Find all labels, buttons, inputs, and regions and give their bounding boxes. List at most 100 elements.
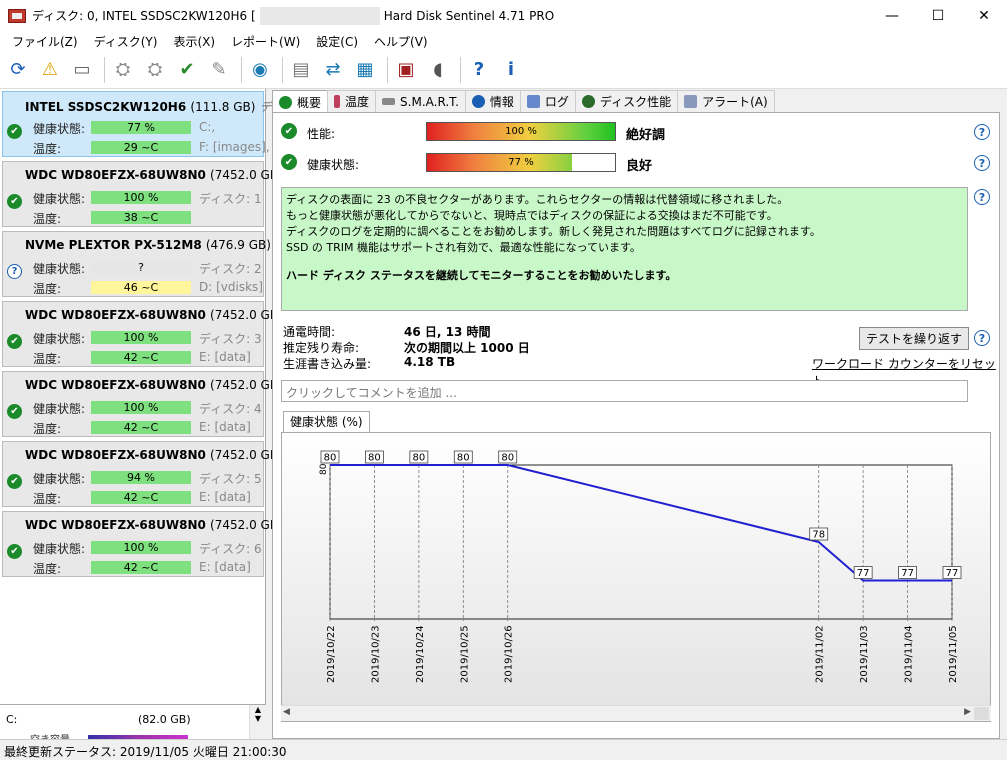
data-label: 77: [946, 568, 959, 579]
alert-doc-icon: [684, 95, 698, 108]
comment-input[interactable]: クリックしてコメントを追加 ...: [281, 380, 968, 402]
disk-check-icon[interactable]: ✔: [173, 56, 201, 84]
report-icon[interactable]: ▤: [287, 56, 315, 84]
backup-icon[interactable]: ⇄: [319, 56, 347, 84]
temp-value: 42 ~C: [123, 421, 159, 434]
disk-item[interactable]: NVMe PLEXTOR PX-512M8 (476.9 GB) ? 健康状態:?…: [2, 231, 271, 297]
tab-smart[interactable]: S.M.A.R.T.: [375, 90, 466, 112]
message-line: ディスクのログを定期的に調べることをお勧めします。新しく発見された問題はすべてロ…: [286, 225, 821, 238]
disk-tool-icon[interactable]: ✎: [205, 56, 233, 84]
disk-item[interactable]: WDC WD80EFZX-68UW8N0 (7452.0 GB) ✔ 健康状態: 9…: [2, 441, 283, 507]
disk-test-icon[interactable]: ⛭: [109, 56, 137, 84]
check-icon: ✔: [7, 544, 22, 559]
maximize-button[interactable]: ☐: [915, 0, 961, 31]
data-label: 80: [501, 453, 514, 464]
tab-performance[interactable]: ディスク性能: [574, 90, 679, 112]
x-tick-label: 2019/10/25: [459, 625, 470, 683]
check-icon: ✔: [281, 123, 297, 139]
temp-value: 42 ~C: [123, 561, 159, 574]
check-icon: ✔: [7, 334, 22, 349]
menu-disk[interactable]: ディスク(Y): [86, 33, 166, 50]
disk-item[interactable]: WDC WD80EFZX-68UW8N0 (7452.0 GB) ✔ 健康状態: 1…: [2, 301, 283, 367]
network-icon[interactable]: ▦: [351, 56, 379, 84]
help-icon[interactable]: ?: [974, 124, 990, 140]
chart-scrollbar[interactable]: ◀ ▶: [281, 705, 991, 721]
perf-bar-value: 100 %: [505, 126, 537, 137]
disk-info-icon[interactable]: ▭: [68, 56, 96, 84]
disk-aside-1: C:,: [199, 120, 216, 134]
disk-item[interactable]: WDC WD80EFZX-68UW8N0 (7452.0 GB) ✔ 健康状態: 1…: [2, 161, 283, 227]
health-label: 健康状態:: [33, 542, 86, 556]
health-label: 健康状態:: [33, 402, 86, 416]
health-bar: 77 %: [91, 121, 191, 134]
perf-row: ✔: [281, 123, 297, 139]
help-icon[interactable]: ?: [974, 155, 990, 171]
health-value: 100 %: [123, 191, 159, 204]
menu-help[interactable]: ヘルプ(V): [366, 33, 436, 50]
app-logo-icon: [8, 8, 26, 23]
menu-report[interactable]: レポート(W): [223, 33, 308, 50]
disk-surface-icon[interactable]: ⛭: [141, 56, 169, 84]
x-tick-label: 2019/10/22: [326, 625, 337, 683]
tab-overview-label: 概要: [297, 95, 322, 110]
health-value: 100 %: [123, 331, 159, 344]
menu-view[interactable]: 表示(X): [165, 33, 223, 50]
tab-log[interactable]: ログ: [519, 90, 576, 112]
tab-strip: 概要 温度 S.M.A.R.T. 情報 ログ ディスク性能 アラート(A): [272, 90, 775, 113]
tab-log-label: ログ: [544, 95, 569, 109]
refresh-icon[interactable]: ⟳: [4, 56, 32, 84]
tab-overview[interactable]: 概要: [272, 90, 329, 113]
tab-info[interactable]: 情報: [464, 90, 521, 112]
globe-icon[interactable]: ◉: [246, 56, 274, 84]
partition-size: (82.0 GB): [138, 713, 191, 726]
help-icon[interactable]: ?: [465, 56, 493, 84]
health-bar: 100 %: [91, 191, 191, 204]
tab-alerts[interactable]: アラート(A): [677, 90, 775, 112]
sound-icon[interactable]: ◖: [424, 56, 452, 84]
monitor-icon[interactable]: ▣: [392, 56, 420, 84]
disk-name: WDC WD80EFZX-68UW8N0 (7452.0 GB): [25, 378, 283, 392]
disk-model: INTEL SSDSC2KW120H6: [25, 100, 187, 114]
temp-label: 温度:: [33, 352, 62, 366]
health-bar: 100 %: [91, 401, 191, 414]
info-icon: [471, 95, 485, 108]
help-icon[interactable]: ?: [974, 189, 990, 205]
temp-label: 温度:: [33, 212, 62, 226]
scroll-right-icon[interactable]: ▶: [964, 707, 971, 717]
menu-file[interactable]: ファイル(Z): [4, 33, 86, 50]
help-icon[interactable]: ?: [974, 330, 990, 346]
menu-settings[interactable]: 設定(C): [308, 33, 366, 50]
health-value: 77 %: [127, 121, 155, 134]
overview-panel: ✔ 性能: 100 % 絶好調 ? ✔ 健康状態: 77 % 良好 ? ディスク…: [272, 112, 1000, 739]
temp-value: 42 ~C: [123, 351, 159, 364]
drive-icon: [382, 98, 396, 105]
about-icon[interactable]: i: [497, 56, 525, 84]
scroll-left-icon[interactable]: ◀: [283, 707, 290, 717]
toolbar-separator: [282, 56, 283, 83]
x-tick-label: 2019/11/04: [904, 625, 915, 683]
disk-item[interactable]: INTEL SSDSC2KW120H6 (111.8 GB) ディスク✔健康状態…: [2, 91, 307, 157]
x-tick-label: 2019/11/03: [859, 625, 870, 683]
message-line: SSD の TRIM 機能はサポートされ有効で、最適な性能になっています。: [286, 241, 641, 254]
disk-aside-2: D: [vdisks]: [199, 280, 263, 294]
minimize-button[interactable]: —: [869, 0, 915, 31]
disk-item[interactable]: WDC WD80EFZX-68UW8N0 (7452.0 GB) ✔ 健康状態: 1…: [2, 371, 283, 437]
chart-tab-health[interactable]: 健康状態 (%): [283, 411, 370, 432]
disk-item[interactable]: WDC WD80EFZX-68UW8N0 (7452.0 GB) ✔ 健康状態: 1…: [2, 511, 283, 577]
partition-scrollbar[interactable]: ▲ ▼: [249, 705, 266, 740]
warning-icon[interactable]: ⚠: [36, 56, 64, 84]
repeat-test-button[interactable]: テストを繰り返す: [859, 327, 969, 350]
thermometer-icon: [334, 95, 341, 108]
tab-temperature[interactable]: 温度: [327, 90, 377, 112]
check-icon: ✔: [7, 404, 22, 419]
data-label: 80: [368, 453, 381, 464]
title-redacted: [259, 6, 380, 25]
lifetime-writes-value: 4.18 TB: [404, 355, 456, 369]
health-label: 健康状態:: [33, 122, 86, 136]
disk-model: WDC WD80EFZX-68UW8N0: [25, 308, 206, 322]
health-label: 健康状態:: [33, 332, 86, 346]
tab-temperature-label: 温度: [345, 95, 370, 109]
close-button[interactable]: ✕: [961, 0, 1007, 31]
check-icon: ✔: [7, 124, 22, 139]
lifetime-writes-label: 生涯書き込み量:: [283, 357, 372, 371]
